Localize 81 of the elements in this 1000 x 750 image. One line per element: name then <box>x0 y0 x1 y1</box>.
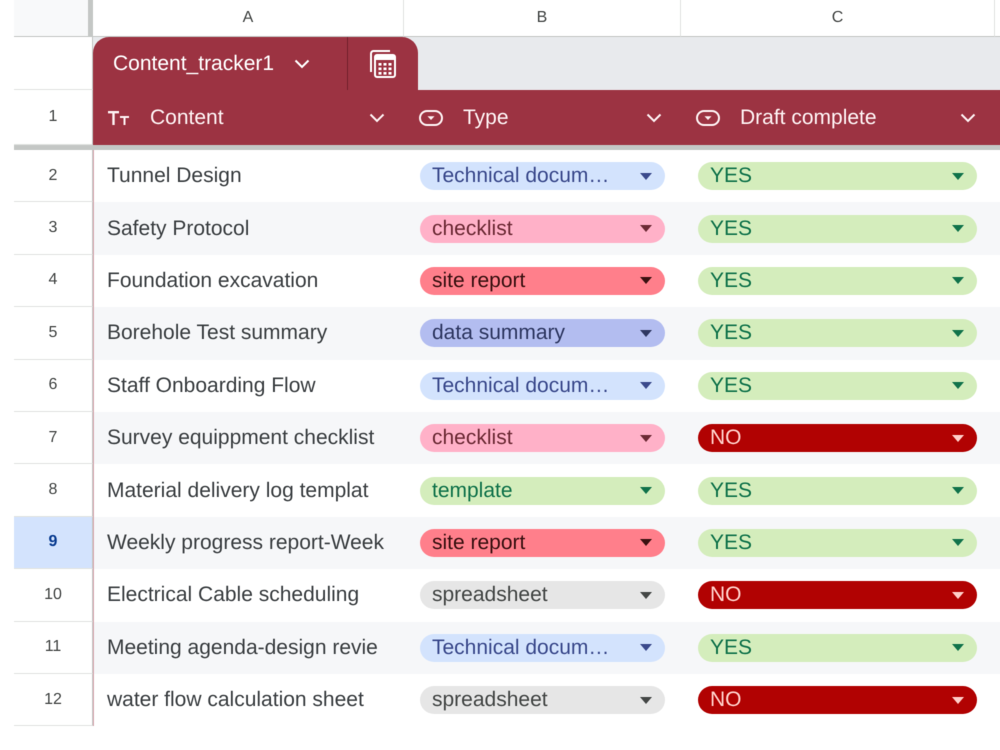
chevron-down-icon <box>646 112 662 122</box>
dropdown-chip[interactable]: Technical docum… <box>420 162 665 190</box>
chevron-down-icon <box>369 112 385 122</box>
cell-text: Staff Onboarding Flow <box>107 374 316 398</box>
dropdown-chip[interactable]: YES <box>698 528 977 557</box>
caret-icon <box>952 172 964 180</box>
caret-icon <box>952 434 964 442</box>
dropdown-chip[interactable]: NO <box>698 424 977 452</box>
caret-icon <box>640 172 652 180</box>
cell-text: Survey equippment checklist <box>107 426 374 450</box>
dropdown-chip[interactable]: YES <box>698 372 977 400</box>
cell-text: Foundation excavation <box>107 268 318 293</box>
column-header[interactable]: Content <box>93 90 404 145</box>
row-number[interactable]: 9 <box>14 516 93 570</box>
caret-icon <box>952 277 964 284</box>
caret-icon <box>952 696 964 704</box>
row-number[interactable]: 8 <box>14 464 93 517</box>
column-letter[interactable]: C <box>681 0 995 37</box>
caret-icon <box>640 539 652 546</box>
caret-icon <box>640 592 652 599</box>
caret-icon <box>640 330 652 337</box>
dropdown-chip-icon <box>419 110 443 126</box>
dropdown-chip[interactable]: spreadsheet <box>420 581 665 610</box>
row-number[interactable]: 1 <box>14 90 93 145</box>
dropdown-chip[interactable]: YES <box>698 162 977 190</box>
row-number[interactable]: 10 <box>14 569 93 622</box>
dropdown-chip[interactable]: site report <box>420 528 665 557</box>
column-header[interactable]: Type <box>404 90 681 145</box>
caret-icon <box>640 277 652 284</box>
stacked-grid-icon <box>370 50 396 78</box>
caret-icon <box>952 330 964 337</box>
caret-icon <box>952 592 964 599</box>
dropdown-chip[interactable]: site report <box>420 266 665 295</box>
caret-icon <box>640 696 652 704</box>
dropdown-chip[interactable]: NO <box>698 581 977 610</box>
dropdown-chip[interactable]: Technical docum… <box>420 372 665 400</box>
dropdown-chip[interactable]: YES <box>698 319 977 348</box>
row-number[interactable]: 11 <box>14 622 93 674</box>
dropdown-chip[interactable]: Technical docum… <box>420 634 665 662</box>
column-letter[interactable]: A <box>93 0 404 37</box>
caret-icon <box>952 225 964 232</box>
dropdown-chip[interactable]: NO <box>698 686 977 714</box>
row-number[interactable]: 6 <box>14 360 93 412</box>
dropdown-chip[interactable]: checklist <box>420 214 665 243</box>
caret-icon <box>952 539 964 546</box>
caret-icon <box>952 644 964 652</box>
dropdown-chip[interactable]: spreadsheet <box>420 686 665 714</box>
cell-text: Borehole Test summary <box>107 321 328 346</box>
dropdown-chip[interactable]: checklist <box>420 424 665 452</box>
dropdown-chip[interactable]: YES <box>698 214 977 243</box>
caret-icon <box>640 487 652 494</box>
dropdown-chip-icon <box>696 110 720 126</box>
cell-text: Weekly progress report-Week <box>107 530 384 555</box>
dropdown-chip[interactable]: data summary <box>420 319 665 348</box>
caret-icon <box>640 434 652 442</box>
dropdown-chip[interactable]: YES <box>698 476 977 505</box>
row-number[interactable]: 5 <box>14 307 93 360</box>
cell-text: water flow calculation sheet <box>107 688 364 712</box>
column-letter[interactable]: B <box>404 0 681 37</box>
cell-text: Electrical Cable scheduling <box>107 583 360 608</box>
row-number[interactable]: 7 <box>14 412 93 464</box>
cell-text: Tunnel Design <box>107 164 242 188</box>
caret-icon <box>952 382 964 390</box>
row-number[interactable]: 12 <box>14 674 93 726</box>
cell-text: Material delivery log templat <box>107 478 368 503</box>
cell-text: Meeting agenda-design revie <box>107 636 378 660</box>
caret-icon <box>640 225 652 232</box>
row-number[interactable]: 2 <box>14 150 93 202</box>
dropdown-chip[interactable]: template <box>420 476 665 505</box>
caret-icon <box>640 382 652 390</box>
text-type-icon <box>108 110 130 124</box>
dropdown-chip[interactable]: YES <box>698 634 977 662</box>
cell-text: Safety Protocol <box>107 216 250 241</box>
chevron-down-icon <box>294 58 310 68</box>
row-number[interactable]: 4 <box>14 254 93 308</box>
caret-icon <box>952 487 964 494</box>
row-number[interactable]: 3 <box>14 202 93 255</box>
caret-icon <box>640 644 652 652</box>
column-header[interactable]: Draft complete <box>681 90 995 145</box>
dropdown-chip[interactable]: YES <box>698 266 977 295</box>
chevron-down-icon <box>960 112 976 122</box>
